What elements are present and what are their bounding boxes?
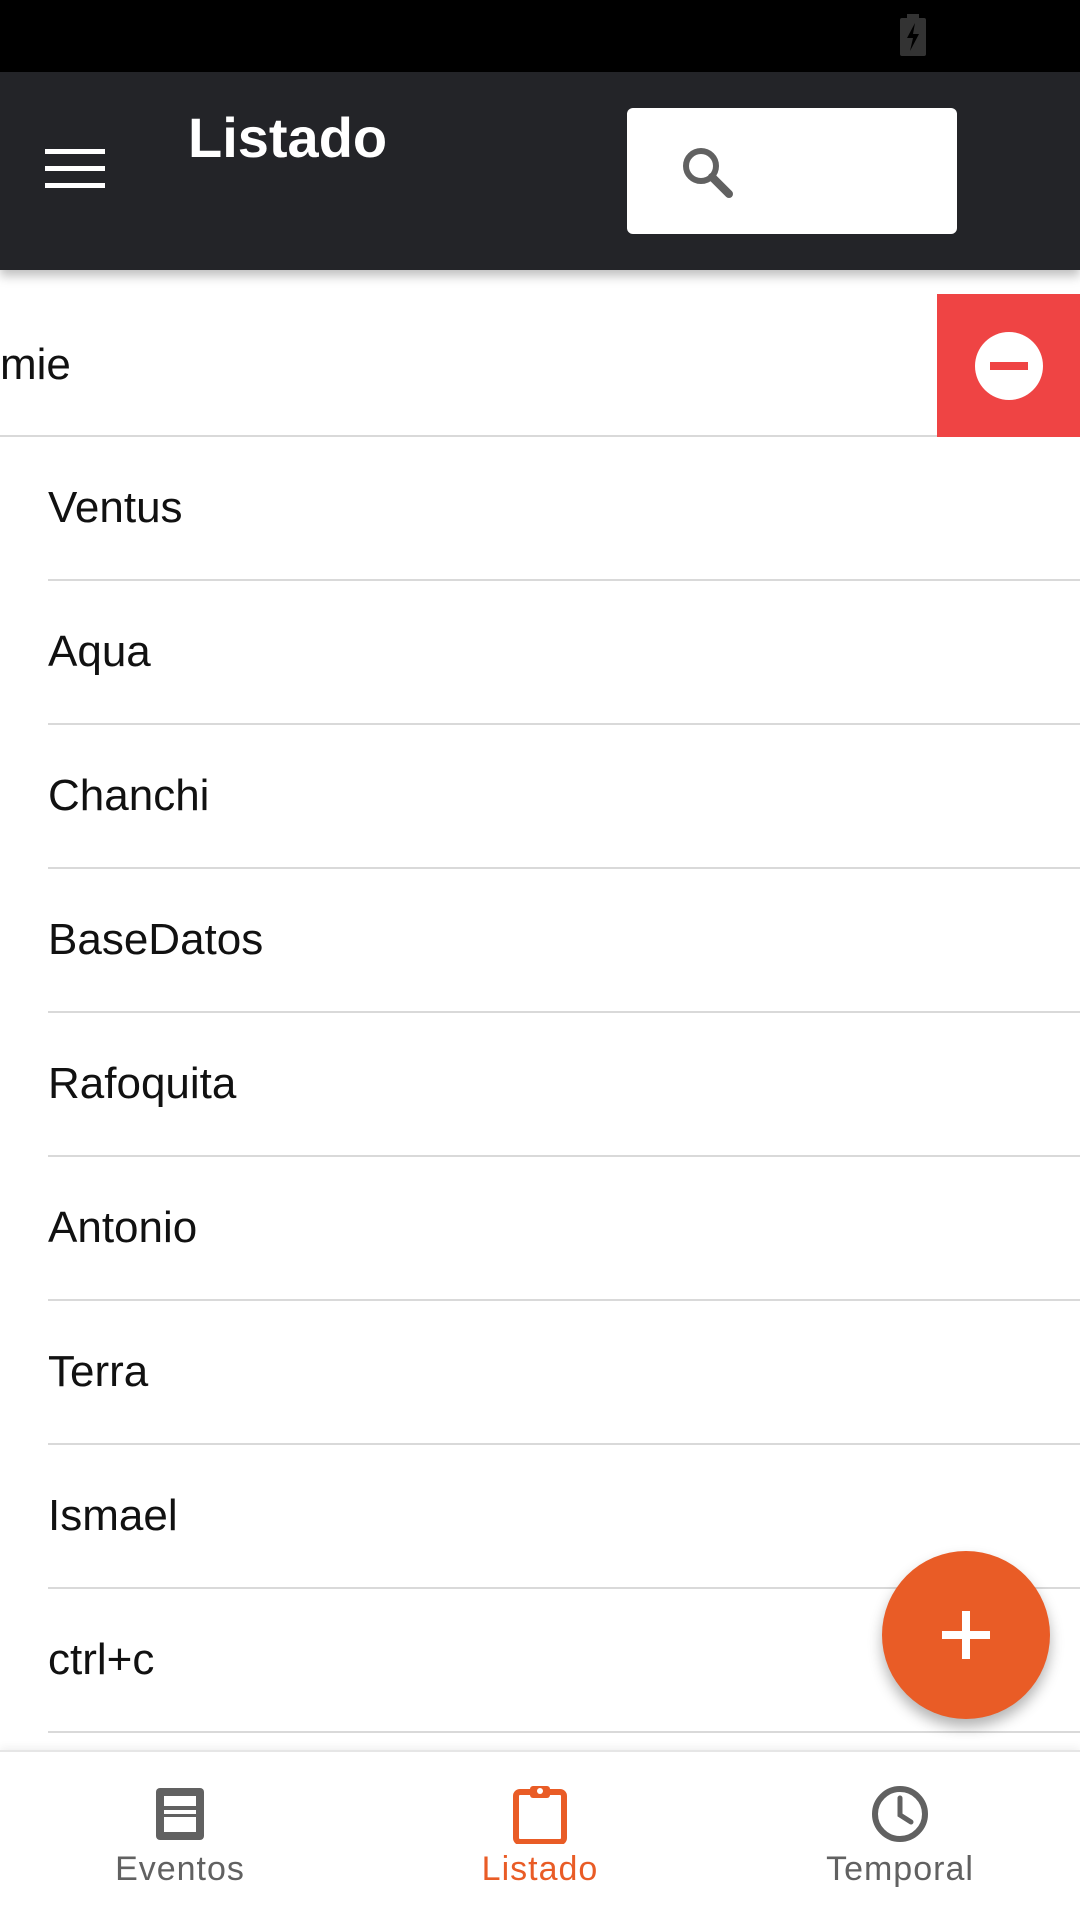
search-icon — [683, 148, 733, 198]
list-item[interactable]: Chanchi — [0, 725, 1080, 869]
app-bar: Listado — [0, 72, 1080, 270]
calendar-page-icon — [156, 1788, 204, 1840]
delete-button[interactable] — [937, 294, 1080, 437]
list-item-label: Antonio — [48, 1203, 198, 1252]
search-input[interactable] — [745, 138, 935, 204]
list-item-label: Ventus — [48, 483, 183, 532]
nav-label: Eventos — [115, 1850, 245, 1888]
hamburger-menu-icon — [45, 149, 105, 188]
list-item[interactable] — [0, 1733, 1080, 1750]
remove-circle-icon — [974, 331, 1043, 400]
list-item-label: Terra — [48, 1347, 149, 1396]
list-item-label: BaseDatos — [48, 915, 264, 964]
swiped-list-item[interactable]: mie — [0, 294, 1080, 437]
item-list: mie Ventus Aqua Chanchi BaseDatos Rafoqu… — [0, 294, 1080, 1750]
nav-item-temporal[interactable]: Temporal — [720, 1752, 1080, 1920]
list-item[interactable]: Antonio — [0, 1157, 1080, 1301]
list-item[interactable]: Terra — [0, 1301, 1080, 1445]
clipboard-icon — [513, 1786, 567, 1844]
clock-icon — [872, 1786, 928, 1842]
nav-item-eventos[interactable]: Eventos — [0, 1752, 360, 1920]
list-item[interactable]: Rafoquita — [0, 1013, 1080, 1157]
list-item-label: Rafoquita — [48, 1059, 237, 1108]
status-bar — [0, 0, 1080, 72]
page-title: Listado — [188, 106, 388, 169]
nav-label: Listado — [481, 1850, 599, 1888]
list-item-label: ctrl+c — [48, 1635, 155, 1684]
nav-item-listado[interactable]: Listado — [360, 1752, 720, 1920]
search-box[interactable] — [627, 108, 957, 234]
nav-label: Temporal — [826, 1850, 974, 1888]
list-item[interactable]: Aqua — [0, 581, 1080, 725]
list-item-label: Chanchi — [48, 771, 210, 820]
add-item-button[interactable] — [882, 1551, 1050, 1719]
list-item-label: Aqua — [48, 627, 151, 676]
plus-icon — [942, 1611, 990, 1659]
list-item-label: Ismael — [48, 1491, 178, 1540]
battery-charging-icon — [900, 14, 926, 56]
menu-button[interactable] — [30, 124, 120, 214]
list-item-label: mie — [0, 340, 71, 389]
list-item[interactable]: Ventus — [0, 437, 1080, 581]
list-item[interactable]: BaseDatos — [0, 869, 1080, 1013]
bottom-navigation: Eventos Listado Temporal — [0, 1750, 1080, 1920]
